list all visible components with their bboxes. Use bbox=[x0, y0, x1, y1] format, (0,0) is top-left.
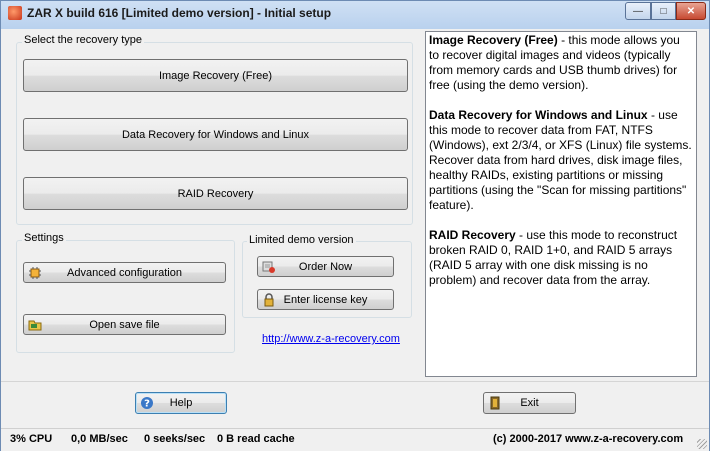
exit-label: Exit bbox=[520, 397, 539, 409]
help-icon: ? bbox=[140, 396, 154, 410]
status-cpu: 3% CPU bbox=[10, 433, 53, 445]
advanced-configuration-label: Advanced configuration bbox=[67, 266, 182, 279]
settings-group bbox=[16, 240, 235, 353]
status-rate: 0,0 MB/sec bbox=[71, 433, 128, 445]
help-button[interactable]: ? Help bbox=[135, 392, 227, 414]
enter-license-key-label: Enter license key bbox=[283, 293, 368, 306]
description-title: RAID Recovery bbox=[429, 228, 516, 242]
description-image-recovery: Image Recovery (Free) - this mode allows… bbox=[429, 33, 693, 93]
status-seeks: 0 seeks/sec bbox=[144, 433, 206, 445]
minimize-button[interactable]: — bbox=[625, 2, 651, 20]
description-text: - use this mode to recover data from FAT… bbox=[429, 108, 692, 212]
open-save-file-button[interactable]: Open save file bbox=[23, 314, 226, 335]
status-bar: 3% CPU 0,0 MB/sec 0 seeks/sec 0 B read c… bbox=[1, 428, 709, 451]
settings-label: Settings bbox=[22, 232, 66, 244]
status-read-cache: 0 B read cache bbox=[217, 433, 295, 445]
cart-icon bbox=[262, 260, 276, 274]
lock-icon bbox=[262, 292, 276, 307]
advanced-configuration-button[interactable]: Advanced configuration bbox=[23, 262, 226, 283]
app-window: ZAR X build 616 [Limited demo version] -… bbox=[0, 0, 710, 451]
order-now-label: Order Now bbox=[298, 260, 353, 273]
recovery-type-label: Select the recovery type bbox=[22, 34, 145, 46]
image-recovery-label: Image Recovery (Free) bbox=[158, 69, 273, 82]
resize-grip-icon[interactable] bbox=[697, 439, 707, 449]
data-recovery-button[interactable]: Data Recovery for Windows and Linux bbox=[23, 118, 408, 151]
chip-icon bbox=[28, 266, 42, 280]
description-panel: Image Recovery (Free) - this mode allows… bbox=[425, 31, 697, 377]
exit-door-icon bbox=[488, 396, 502, 410]
help-label: Help bbox=[169, 397, 193, 409]
description-data-recovery: Data Recovery for Windows and Linux - us… bbox=[429, 108, 693, 213]
image-recovery-button[interactable]: Image Recovery (Free) bbox=[23, 59, 408, 92]
exit-button[interactable]: Exit bbox=[483, 392, 576, 414]
app-icon bbox=[8, 6, 22, 20]
data-recovery-label: Data Recovery for Windows and Linux bbox=[121, 128, 310, 141]
raid-recovery-button[interactable]: RAID Recovery bbox=[23, 177, 408, 210]
folder-icon bbox=[28, 318, 42, 332]
maximize-button[interactable]: □ bbox=[651, 2, 676, 20]
description-title: Image Recovery (Free) bbox=[429, 33, 558, 47]
close-button[interactable]: ✕ bbox=[676, 2, 706, 20]
divider bbox=[1, 381, 709, 382]
website-link[interactable]: http://www.z-a-recovery.com bbox=[262, 333, 400, 345]
demo-label: Limited demo version bbox=[247, 234, 356, 246]
window-title: ZAR X build 616 [Limited demo version] -… bbox=[27, 6, 332, 20]
open-save-file-label: Open save file bbox=[89, 318, 160, 331]
enter-license-key-button[interactable]: Enter license key bbox=[257, 289, 394, 310]
svg-text:?: ? bbox=[144, 399, 150, 410]
description-raid-recovery: RAID Recovery - use this mode to reconst… bbox=[429, 228, 693, 288]
raid-recovery-label: RAID Recovery bbox=[177, 187, 254, 200]
description-title: Data Recovery for Windows and Linux bbox=[429, 108, 648, 122]
status-copyright: (c) 2000-2017 www.z-a-recovery.com bbox=[493, 433, 684, 445]
order-now-button[interactable]: Order Now bbox=[257, 256, 394, 277]
title-bar[interactable]: ZAR X build 616 [Limited demo version] -… bbox=[1, 1, 709, 25]
